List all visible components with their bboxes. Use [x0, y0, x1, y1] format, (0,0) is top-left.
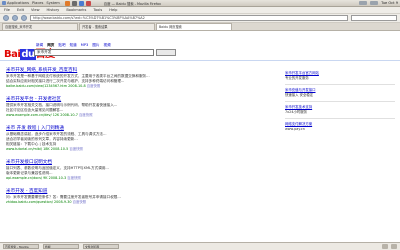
result-title[interactable]: 米币 开发 教程 | 入门到精通	[6, 125, 271, 131]
link-web[interactable]: 网页	[47, 43, 54, 48]
sponsored-desc: 专业的开发服务	[285, 76, 309, 80]
mail-icon[interactable]	[78, 0, 84, 6]
snapshot-link[interactable]: 百度快照	[69, 147, 83, 151]
snapshot-link[interactable]: 百度快照	[73, 200, 87, 204]
baidu-header: Baidu百度 新闻 网页 贴吧 知道 MP3 图片 视频 米币开发	[0, 31, 400, 61]
task-terminal[interactable]: 终端	[43, 244, 79, 249]
result-title[interactable]: 米币开发 - 百度知道	[6, 188, 271, 194]
trash-icon[interactable]	[391, 244, 397, 249]
menu-view[interactable]: View	[31, 8, 40, 12]
result-item: 米币 开发 教程 | 入门到精通 从基础概念讲起，逐步介绍米币开发的流程、工具与…	[6, 125, 271, 152]
system-menu[interactable]: System	[46, 1, 59, 5]
result-url: www.example.com.cn/dev/ 12K 2008-10-7 百度…	[6, 113, 271, 118]
tray-icons	[382, 244, 397, 249]
terminal-icon[interactable]	[71, 0, 77, 6]
applications-label: Applications	[7, 1, 29, 5]
result-item: 米币开发 - 百度知道 问：米币开发需要哪些条件？答：需要注册开发者账号并申请接…	[6, 188, 271, 205]
foot-icon	[2, 1, 6, 5]
page-content: Baidu百度 新闻 网页 贴吧 知道 MP3 图片 视频 米币开发 米币开发_…	[0, 31, 400, 242]
tab-strip: 百度搜索_米币开发 开发者 - 搜索结果 Baidu 网页搜索	[0, 23, 400, 31]
browser-menubar: File Edit View History Bookmarks Tools H…	[0, 7, 400, 14]
link-video[interactable]: 视频	[104, 43, 111, 48]
divider	[285, 84, 395, 85]
url-bar[interactable]: http://www.baidu.com/s?wd=%C3%D7%B1%C3%B…	[30, 15, 348, 21]
task-browser[interactable]: 百度搜索 - Mozilla	[3, 244, 39, 249]
tab-1[interactable]: 百度搜索_米币开发	[2, 23, 78, 30]
sponsored-desc: www.pay.cn	[285, 127, 305, 131]
snapshot-link[interactable]: 百度快照	[79, 113, 93, 117]
taskbar: 百度搜索 - Mozilla 终端 文件浏览器	[0, 242, 400, 250]
menu-edit[interactable]: Edit	[17, 8, 24, 12]
volume-icon[interactable]	[370, 1, 379, 5]
menu-history[interactable]: History	[47, 8, 60, 12]
result-url-text: www.example.com.cn/dev/ 12K 2008-10-7	[6, 113, 78, 117]
result-title[interactable]: 米币开发_网络_系统开发_百度百科	[6, 67, 271, 73]
forward-icon[interactable]	[12, 15, 18, 21]
result-url-text: api.example.cn/docs/ 9K 2008-10-3	[6, 176, 67, 180]
result-item: 米币开发_网络_系统开发_百度百科 米币开发是一种基于网络支付系统的开发方式，主…	[6, 67, 271, 89]
window-title: 百度 — Baidu 搜索 - Mozilla Firefox	[103, 1, 161, 6]
link-tieba[interactable]: 贴吧	[58, 43, 65, 48]
toolbar-search-input[interactable]	[351, 15, 397, 21]
launcher-group	[64, 0, 91, 6]
snapshot-link[interactable]: 百度快照	[87, 84, 101, 88]
logo-bai: Bai	[4, 49, 21, 60]
sponsored-desc: 7x24小时服务	[285, 110, 308, 114]
tab-2[interactable]: 开发者 - 搜索结果	[79, 23, 155, 30]
clock[interactable]: Tue Oct 9	[381, 1, 398, 5]
applications-menu[interactable]: Applications	[2, 1, 29, 5]
back-icon[interactable]	[3, 15, 9, 21]
panel-tray: Tue Oct 9	[359, 1, 398, 5]
result-item: 米币开发平台 - 开发者社区 提供米币开发相关文档、接口说明与示例代码，帮助开发…	[6, 96, 271, 118]
link-images[interactable]: 图片	[92, 43, 99, 48]
tab-active[interactable]: Baidu 网页搜索	[156, 23, 232, 30]
result-item: 米币开发接口说明文档 接口列表、参数说明与返回值定义，支持HTTP与XML方式调…	[6, 159, 271, 181]
workspace-icon[interactable]	[382, 244, 388, 249]
result-url: www.tutorial.cn/mibi/ 18K 2008-10-5 百度快照	[6, 147, 271, 152]
task-files[interactable]: 文件浏览器	[83, 244, 119, 249]
firefox-icon[interactable]	[64, 0, 70, 6]
divider	[285, 118, 395, 119]
vertical-links: 新闻 网页 贴吧 知道 MP3 图片 视频	[36, 43, 111, 48]
menu-tools[interactable]: Tools	[93, 8, 102, 12]
desktop-top-panel: Applications Places System 百度 — Baidu 搜索…	[0, 0, 400, 7]
results-list: 米币开发_网络_系统开发_百度百科 米币开发是一种基于网络支付系统的开发方式，主…	[6, 67, 271, 212]
result-url-text: www.tutorial.cn/mibi/ 18K 2008-10-5	[6, 147, 69, 151]
menu-bookmarks[interactable]: Bookmarks	[66, 8, 86, 12]
menu-help[interactable]: Help	[109, 8, 117, 12]
snapshot-link[interactable]: 百度快照	[67, 176, 81, 180]
sponsored-desc: 快速接入 安全稳定	[285, 93, 314, 97]
result-url: zhidao.baidu.com/question/ 2008-9-30 百度快…	[6, 200, 271, 205]
result-url: api.example.cn/docs/ 9K 2008-10-3 百度快照	[6, 176, 271, 181]
network-icon[interactable]	[359, 1, 368, 5]
link-mp3[interactable]: MP3	[81, 43, 89, 48]
sponsored-sidebar: 米币开发平台官方网站 专业的开发服务 米币充值与开发接口 快速接入 安全稳定 米…	[285, 71, 395, 132]
link-zhidao[interactable]: 知道	[70, 43, 77, 48]
result-title[interactable]: 米币开发接口说明文档	[6, 159, 271, 165]
menu-file[interactable]: File	[4, 8, 10, 12]
help-icon[interactable]	[85, 0, 91, 6]
link-news[interactable]: 新闻	[36, 43, 43, 48]
navigation-toolbar: http://www.baidu.com/s?wd=%C3%D7%B1%C3%B…	[0, 14, 400, 23]
search-input[interactable]: 米币开发	[34, 49, 154, 56]
reload-icon[interactable]	[21, 15, 27, 21]
result-title[interactable]: 米币开发平台 - 开发者社区	[6, 96, 271, 102]
result-url: baike.baidu.com/view/1234567.htm 2008-10…	[6, 84, 271, 89]
search-button[interactable]	[156, 49, 176, 56]
divider	[285, 101, 395, 102]
places-menu[interactable]: Places	[32, 1, 43, 5]
result-url-text: baike.baidu.com/view/1234567.htm 2008-10…	[6, 84, 86, 88]
result-url-text: zhidao.baidu.com/question/ 2008-9-30	[6, 200, 72, 204]
